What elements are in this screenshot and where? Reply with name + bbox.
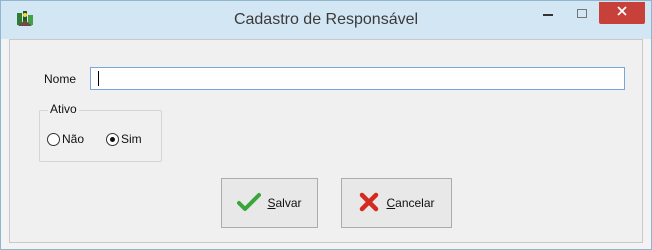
radio-sim[interactable]: Sim — [106, 132, 142, 146]
maximize-button[interactable] — [565, 1, 599, 31]
x-icon — [358, 191, 380, 216]
cancel-button[interactable]: Cancelar — [341, 178, 452, 228]
text-caret — [98, 71, 99, 86]
minimize-icon — [542, 7, 554, 25]
close-icon — [616, 4, 628, 22]
save-button-label: Salvar — [267, 196, 302, 210]
save-button[interactable]: Salvar — [221, 178, 318, 228]
name-input[interactable] — [90, 67, 625, 90]
cancel-button-label: Cancelar — [386, 196, 435, 210]
minimize-button[interactable] — [531, 1, 565, 31]
radio-nao-circle[interactable] — [47, 132, 60, 146]
form-panel: Nome Ativo Não Sim Salvar Cancelar — [9, 39, 643, 243]
radio-nao[interactable]: Não — [47, 132, 84, 146]
close-button[interactable] — [599, 2, 645, 24]
radio-sim-label: Sim — [121, 132, 142, 146]
dialog-window: Cadastro de Responsável Nome Ativo Não S… — [0, 0, 652, 250]
check-icon — [237, 192, 262, 215]
maximize-icon — [576, 7, 588, 25]
active-group-label: Ativo — [48, 102, 79, 116]
radio-nao-label: Não — [62, 132, 85, 146]
name-label: Nome — [44, 72, 77, 86]
radio-sim-circle[interactable] — [106, 132, 119, 146]
title-bar[interactable]: Cadastro de Responsável — [1, 1, 651, 39]
